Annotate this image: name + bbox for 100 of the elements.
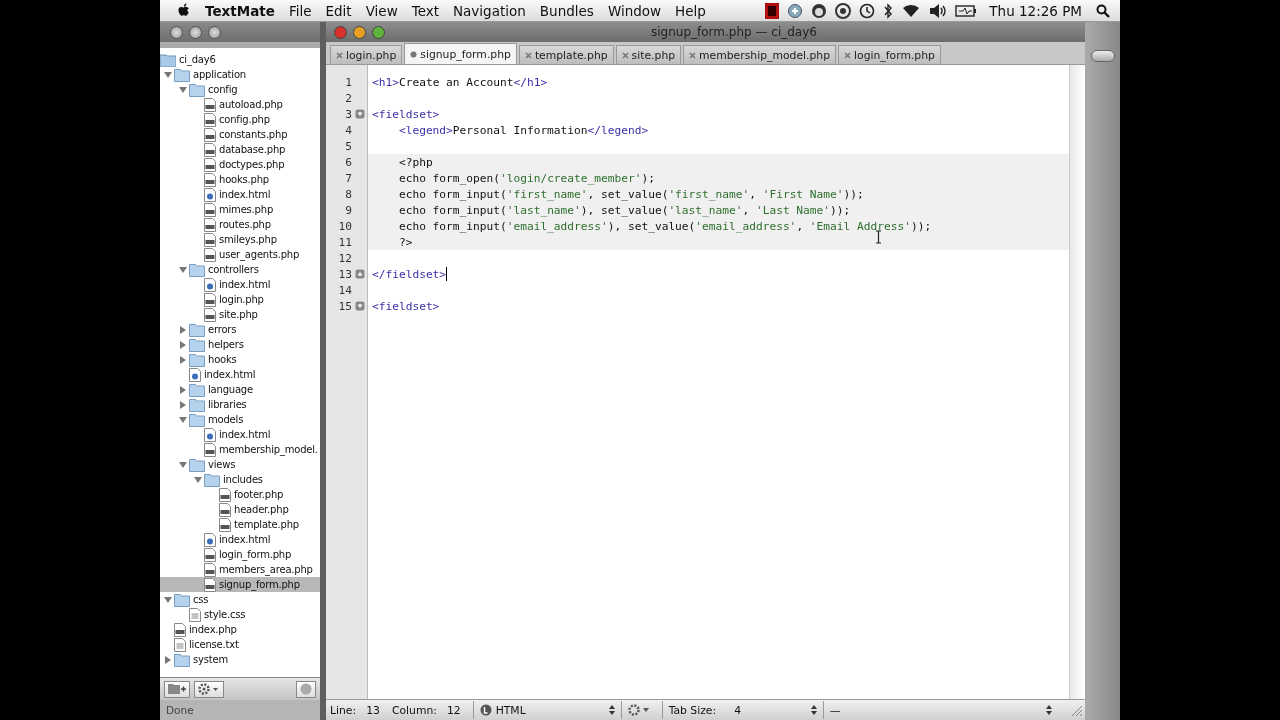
disclosure-triangle[interactable] [179,385,187,394]
file-tab[interactable]: template.php [518,45,614,64]
tree-item[interactable]: constants.php [219,129,288,140]
scroll-bar[interactable] [1069,65,1085,699]
tree-item[interactable]: membership_model. [219,444,318,455]
tree-item[interactable]: views [208,459,236,470]
disclosure-triangle[interactable] [179,460,187,469]
tree-item[interactable]: template.php [234,519,299,530]
menu-item[interactable]: File [288,2,312,19]
tree-item[interactable]: database.php [219,144,286,155]
zoom-button[interactable] [372,25,385,39]
tree-item[interactable]: license.txt [189,639,239,650]
tree-item[interactable]: mimes.php [219,204,274,215]
tree-item[interactable]: index.html [219,279,271,290]
film-icon[interactable] [765,2,780,19]
fold-marker-icon[interactable] [355,109,365,119]
tree-item[interactable]: css [193,594,209,605]
tree-item[interactable]: application [193,69,246,80]
tree-item[interactable]: helpers [208,339,244,350]
disclosure-triangle[interactable] [164,595,172,604]
close-icon[interactable] [689,51,697,59]
tree-item[interactable]: errors [208,324,237,335]
tree-item[interactable]: index.php [189,624,237,635]
tree-item[interactable]: routes.php [219,219,271,230]
disclosure-triangle[interactable] [179,85,187,94]
tree-item[interactable]: hooks [208,354,237,365]
circle-icon[interactable] [835,2,852,19]
resize-grip-icon[interactable] [1069,703,1083,717]
menu-item[interactable]: Text [411,2,439,19]
close-icon[interactable] [336,51,343,59]
symbol-popup[interactable]: — [823,701,1058,719]
menu-item[interactable]: Help [675,2,706,19]
tree-item[interactable]: index.html [204,369,256,380]
disclosure-triangle[interactable] [179,265,187,274]
file-tab[interactable]: signup_form.php [404,43,517,64]
modified-dot-icon[interactable] [410,50,418,58]
file-tab[interactable]: login_form.php [838,45,941,64]
wifi-icon[interactable] [901,2,922,19]
tree-item[interactable]: language [208,384,253,395]
menu-item[interactable]: Window [607,2,662,19]
menu-item[interactable]: Edit [325,2,352,19]
tree-item[interactable]: members_area.php [219,564,313,575]
tree-item[interactable]: config.php [219,114,270,125]
tree-item[interactable]: controllers [208,264,259,275]
tree-item[interactable]: header.php [234,504,289,515]
window-button[interactable] [208,25,221,39]
tree-item[interactable]: hooks.php [219,174,269,185]
disclosure-triangle[interactable] [179,400,187,409]
disclosure-triangle[interactable] [164,70,172,79]
close-button[interactable] [334,25,347,39]
menu-clock[interactable]: Thu 12:26 PM [989,2,1082,19]
fold-marker-icon[interactable] [355,301,365,311]
tree-item[interactable]: site.php [219,309,258,320]
close-icon[interactable] [844,51,852,59]
disclosure-triangle[interactable] [179,355,187,364]
disclosure-triangle[interactable] [179,415,187,424]
tree-item[interactable]: user_agents.php [219,249,300,260]
fold-marker-icon[interactable] [355,269,365,279]
minimize-button[interactable] [353,25,366,39]
tree-item[interactable]: login.php [219,294,264,305]
selected-row[interactable]: signup_form.php [160,577,320,592]
search-icon[interactable] [1096,3,1110,18]
tree-item[interactable]: config [208,84,238,95]
tree-item[interactable]: index.html [219,534,271,545]
tree-item[interactable]: login_form.php [219,549,292,560]
file-tab[interactable]: site.php [615,45,682,64]
disclosure-triangle[interactable] [179,325,187,334]
info-button[interactable] [296,680,316,698]
close-icon[interactable] [621,51,629,59]
menu-item[interactable]: Navigation [453,2,526,19]
app-menu[interactable]: TextMate [205,2,275,19]
tree-item[interactable]: system [193,654,228,665]
window-button[interactable] [170,25,183,39]
file-tab[interactable]: membership_model.php [683,45,837,64]
gear-menu-button[interactable] [194,680,224,698]
tree-item[interactable]: libraries [208,399,247,410]
tree-item[interactable]: smileys.php [219,234,277,245]
apple-icon[interactable] [178,3,191,18]
project-name[interactable]: ci_day6 [179,54,216,65]
disclosure-triangle[interactable] [179,340,187,349]
battery-icon[interactable] [955,3,978,18]
language-popup[interactable]: HTML [473,701,621,719]
file-tab[interactable]: login.php [330,45,403,64]
tab-size-popup[interactable]: Tab Size: 4 [662,701,823,719]
tree-item[interactable]: autoload.php [219,99,283,110]
tree-item[interactable]: style.css [204,609,246,620]
window-button[interactable] [189,25,202,39]
volume-icon[interactable] [929,2,948,19]
disclosure-triangle[interactable] [164,655,172,664]
tree-item[interactable]: doctypes.php [219,159,285,170]
tree-item[interactable]: index.html [219,429,271,440]
disclosure-triangle[interactable] [194,475,202,484]
menu-item[interactable]: View [365,2,398,19]
tree-item[interactable]: models [208,414,244,425]
tree-item[interactable]: footer.php [234,489,284,500]
tree-item[interactable]: index.html [219,189,271,200]
close-icon[interactable] [524,51,532,59]
menu-item[interactable]: Bundles [539,2,594,19]
clock-icon[interactable] [859,2,876,19]
toolbar-toggle-button[interactable] [1090,50,1115,62]
